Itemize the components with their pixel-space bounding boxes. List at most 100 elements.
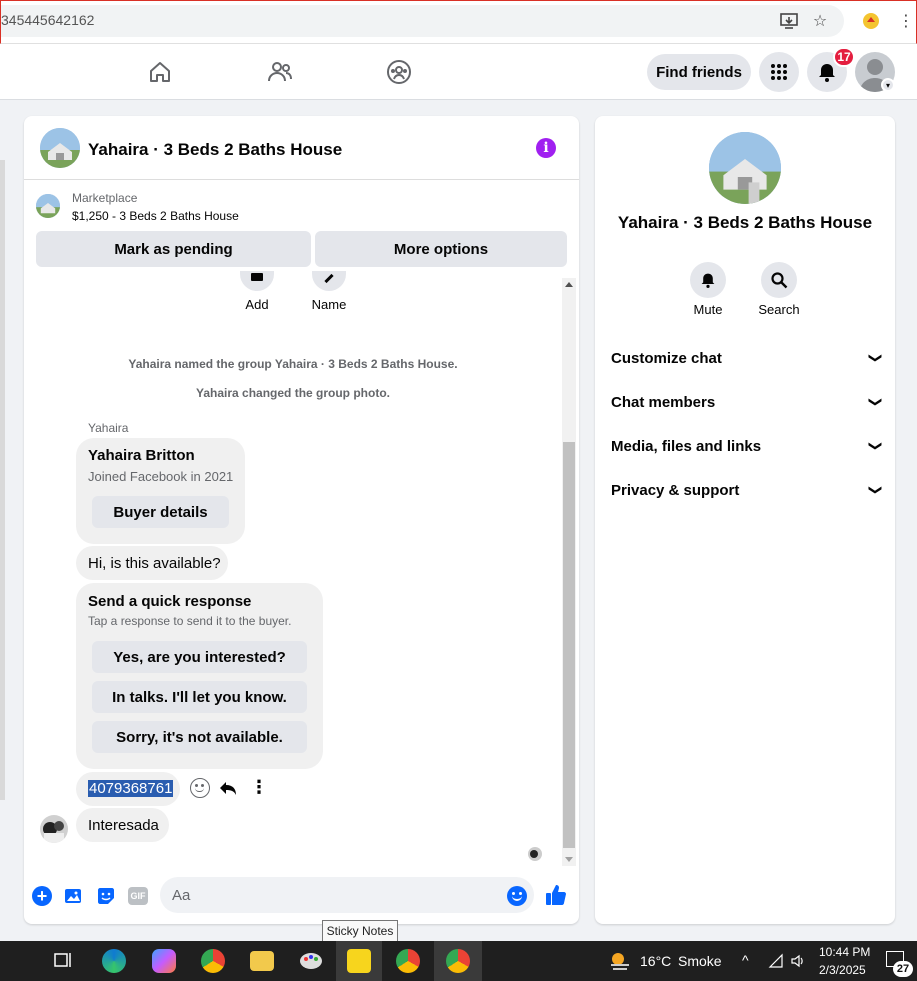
weather-condition[interactable]: Smoke <box>678 953 722 969</box>
friends-icon[interactable] <box>267 59 293 85</box>
quick-response-subtitle: Tap a response to send it to the buyer. <box>88 614 292 628</box>
group-photo[interactable] <box>40 128 80 168</box>
menu-grid-icon[interactable] <box>759 52 799 92</box>
sticker-icon[interactable] <box>96 886 116 906</box>
listing-thumbnail[interactable] <box>36 194 60 218</box>
chrome-icon[interactable] <box>201 949 225 973</box>
quick-response-yes-button[interactable]: Yes, are you interested? <box>92 641 307 673</box>
group-photo-large[interactable] <box>709 132 781 204</box>
mute-button[interactable] <box>690 262 726 298</box>
quick-response-unavailable-button[interactable]: Sorry, it's not available. <box>92 721 307 753</box>
chat-title[interactable]: Yahaira · 3 Beds 2 Baths House <box>88 140 342 160</box>
install-app-icon[interactable] <box>779 11 799 31</box>
scrollbar-thumb[interactable] <box>563 442 575 848</box>
temperature[interactable]: 16°C <box>640 953 671 969</box>
find-friends-button[interactable]: Find friends <box>647 54 751 90</box>
more-options-button[interactable]: More options <box>315 231 567 267</box>
sticky-notes-icon[interactable] <box>347 949 371 973</box>
search-icon <box>771 272 788 289</box>
network-icon[interactable] <box>768 953 784 969</box>
privacy-support-section[interactable]: Privacy & support ❯ <box>611 478 884 502</box>
message-text: Interesada <box>88 817 159 834</box>
quick-response-title: Send a quick response <box>88 593 252 610</box>
paint-icon[interactable] <box>298 949 324 973</box>
section-label: Chat members <box>611 393 716 411</box>
buyer-joined: Joined Facebook in 2021 <box>88 469 234 484</box>
section-label: Media, files and links <box>611 437 762 455</box>
message-bubble[interactable]: Hi, is this available? <box>76 546 228 580</box>
volume-icon[interactable] <box>790 953 806 969</box>
chrome-profile-icon[interactable] <box>396 949 420 973</box>
url-text: 345445642162 <box>1 12 95 28</box>
extension-icon[interactable] <box>861 11 881 31</box>
groups-icon[interactable] <box>386 59 412 85</box>
scroll-down-arrow-icon[interactable] <box>565 857 573 862</box>
scroll-up-arrow-icon[interactable] <box>565 282 573 287</box>
name-label: Name <box>311 297 347 312</box>
media-files-links-section[interactable]: Media, files and links ❯ <box>611 434 884 458</box>
read-receipt-avatar <box>528 847 542 861</box>
account-chevron-icon[interactable]: ▾ <box>881 78 895 92</box>
bookmark-star-icon[interactable]: ☆ <box>810 11 830 31</box>
clock-time[interactable]: 10:44 PM <box>819 945 870 959</box>
selected-phone-text[interactable]: 4079368761 <box>88 780 174 797</box>
chevron-down-icon: ❯ <box>868 396 884 408</box>
browser-menu-icon[interactable]: ⋮ <box>896 11 916 31</box>
sender-avatar[interactable] <box>40 815 68 843</box>
message-input[interactable] <box>160 877 534 913</box>
buyer-details-button[interactable]: Buyer details <box>92 496 229 528</box>
windows-taskbar: 16°C Smoke ^ 10:44 PM 2/3/2025 27 <box>0 941 917 981</box>
chevron-down-icon: ❯ <box>868 484 884 496</box>
section-label: Customize chat <box>611 349 722 367</box>
left-scroll-strip <box>0 160 5 800</box>
plus-icon[interactable]: + <box>32 886 52 906</box>
home-icon[interactable] <box>147 59 173 85</box>
react-emoji-icon[interactable] <box>190 778 210 798</box>
address-bar[interactable]: 345445642162 <box>1 5 844 37</box>
gif-icon[interactable]: GIF <box>128 887 148 905</box>
quick-response-talks-button[interactable]: In talks. I'll let you know. <box>92 681 307 713</box>
info-panel-title: Yahaira · 3 Beds 2 Baths House <box>617 213 873 232</box>
more-actions-icon[interactable]: ⋮ <box>250 778 268 798</box>
search-label: Search <box>758 302 800 317</box>
system-message: Yahaira named the group Yahaira · 3 Beds… <box>128 357 458 371</box>
photo-icon[interactable] <box>64 886 84 906</box>
facebook-header: Find friends 17 ▾ <box>0 44 917 100</box>
reply-icon[interactable] <box>218 778 238 798</box>
customize-chat-section[interactable]: Customize chat ❯ <box>611 346 884 370</box>
phone-message-bubble[interactable]: 4079368761 <box>76 772 180 806</box>
tray-chevron-up-icon[interactable]: ^ <box>742 952 749 968</box>
mark-pending-button[interactable]: Mark as pending <box>36 231 311 267</box>
sender-name: Yahaira <box>88 421 129 435</box>
system-message: Yahaira changed the group photo. <box>195 386 390 400</box>
weather-icon[interactable] <box>608 949 632 973</box>
file-explorer-icon[interactable] <box>250 951 274 971</box>
notification-badge: 17 <box>833 47 855 67</box>
like-thumb-icon[interactable] <box>544 883 568 907</box>
emoji-icon[interactable] <box>507 886 527 906</box>
section-label: Privacy & support <box>611 481 740 499</box>
mute-label: Mute <box>693 302 723 317</box>
info-icon[interactable]: i <box>536 138 556 158</box>
message-composer: + GIF <box>24 868 579 924</box>
chrome-active-icon[interactable] <box>446 949 470 973</box>
chat-panel: Yahaira · 3 Beds 2 Baths House i Marketp… <box>24 116 579 924</box>
search-button[interactable] <box>761 262 797 298</box>
chat-members-section[interactable]: Chat members ❯ <box>611 390 884 414</box>
add-member-icon <box>251 273 263 281</box>
name-action-circle[interactable] <box>312 271 346 291</box>
task-view-icon[interactable] <box>52 949 78 973</box>
listing-summary[interactable]: $1,250 - 3 Beds 2 Baths House <box>72 209 239 223</box>
clock-date[interactable]: 2/3/2025 <box>819 963 866 977</box>
message-text: Hi, is this available? <box>88 555 221 572</box>
chat-header: Yahaira · 3 Beds 2 Baths House i <box>24 116 579 180</box>
chevron-down-icon: ❯ <box>868 352 884 364</box>
add-action-circle[interactable] <box>240 271 274 291</box>
browser-chrome: 345445642162 ☆ ⋮ <box>0 0 917 44</box>
mute-bell-icon <box>701 273 715 288</box>
quick-response-card: Send a quick response Tap a response to … <box>76 583 323 769</box>
message-bubble[interactable]: Interesada <box>76 808 169 842</box>
chat-info-panel: Yahaira · 3 Beds 2 Baths House Mute Sear… <box>595 116 895 924</box>
edge-icon[interactable] <box>102 949 126 973</box>
copilot-icon[interactable] <box>152 949 176 973</box>
